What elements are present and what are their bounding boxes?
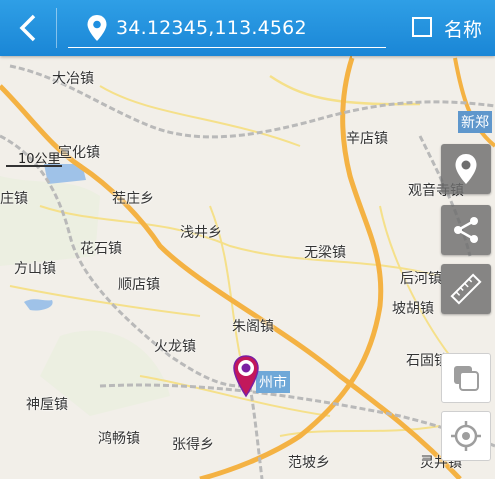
ruler-icon <box>450 273 482 305</box>
place-label: 火龙镇 <box>154 339 196 355</box>
place-label: 无梁镇 <box>304 245 346 261</box>
back-arrow-icon <box>19 14 36 42</box>
place-label: 方山镇 <box>14 261 56 277</box>
back-button[interactable] <box>8 8 48 48</box>
coordinate-input[interactable]: 34.12345,113.4562 <box>68 8 386 48</box>
locate-icon <box>451 421 481 451</box>
place-label: 庄镇 <box>0 191 28 207</box>
share-icon <box>454 217 478 243</box>
city-label-xinzheng: 新郑 <box>458 111 492 133</box>
map-view[interactable]: 大冶镇 宣化镇 辛店镇 观音寺镇 庄镇 茬庄乡 浅井乡 花石镇 无梁镇 后河镇 … <box>0 56 495 479</box>
place-label: 张得乡 <box>172 437 214 453</box>
toolbar-divider <box>56 8 57 48</box>
top-toolbar: 34.12345,113.4562 名称 <box>0 0 495 56</box>
place-label: 范坡乡 <box>288 455 330 471</box>
my-location-button[interactable] <box>441 411 491 461</box>
city-label: 州市 <box>256 371 290 393</box>
location-pin-button[interactable] <box>441 144 491 194</box>
place-label: 后河镇 <box>400 271 442 287</box>
share-button[interactable] <box>441 205 491 255</box>
layers-icon <box>454 366 479 391</box>
map-scale-bar <box>6 165 62 167</box>
location-pin-icon <box>87 15 107 41</box>
place-label: 神垕镇 <box>26 397 68 413</box>
place-label: 朱阁镇 <box>232 319 274 335</box>
map-pin-icon <box>455 154 477 184</box>
place-label: 大冶镇 <box>52 71 94 87</box>
place-label: 辛店镇 <box>346 131 388 147</box>
location-marker-icon <box>233 355 259 398</box>
place-label: 花石镇 <box>80 241 122 257</box>
place-label: 顺店镇 <box>118 277 160 293</box>
layers-button[interactable] <box>441 353 491 403</box>
place-label: 浅井乡 <box>180 225 222 241</box>
measure-button[interactable] <box>441 264 491 314</box>
place-label: 鸿畅镇 <box>98 431 140 447</box>
place-label: 坡胡镇 <box>392 301 434 317</box>
name-checkbox[interactable] <box>412 17 432 37</box>
name-checkbox-label: 名称 <box>444 19 483 41</box>
place-label: 茬庄乡 <box>112 191 154 207</box>
place-label: 宣化镇 <box>58 145 100 161</box>
coordinate-value: 34.12345,113.4562 <box>116 17 307 39</box>
